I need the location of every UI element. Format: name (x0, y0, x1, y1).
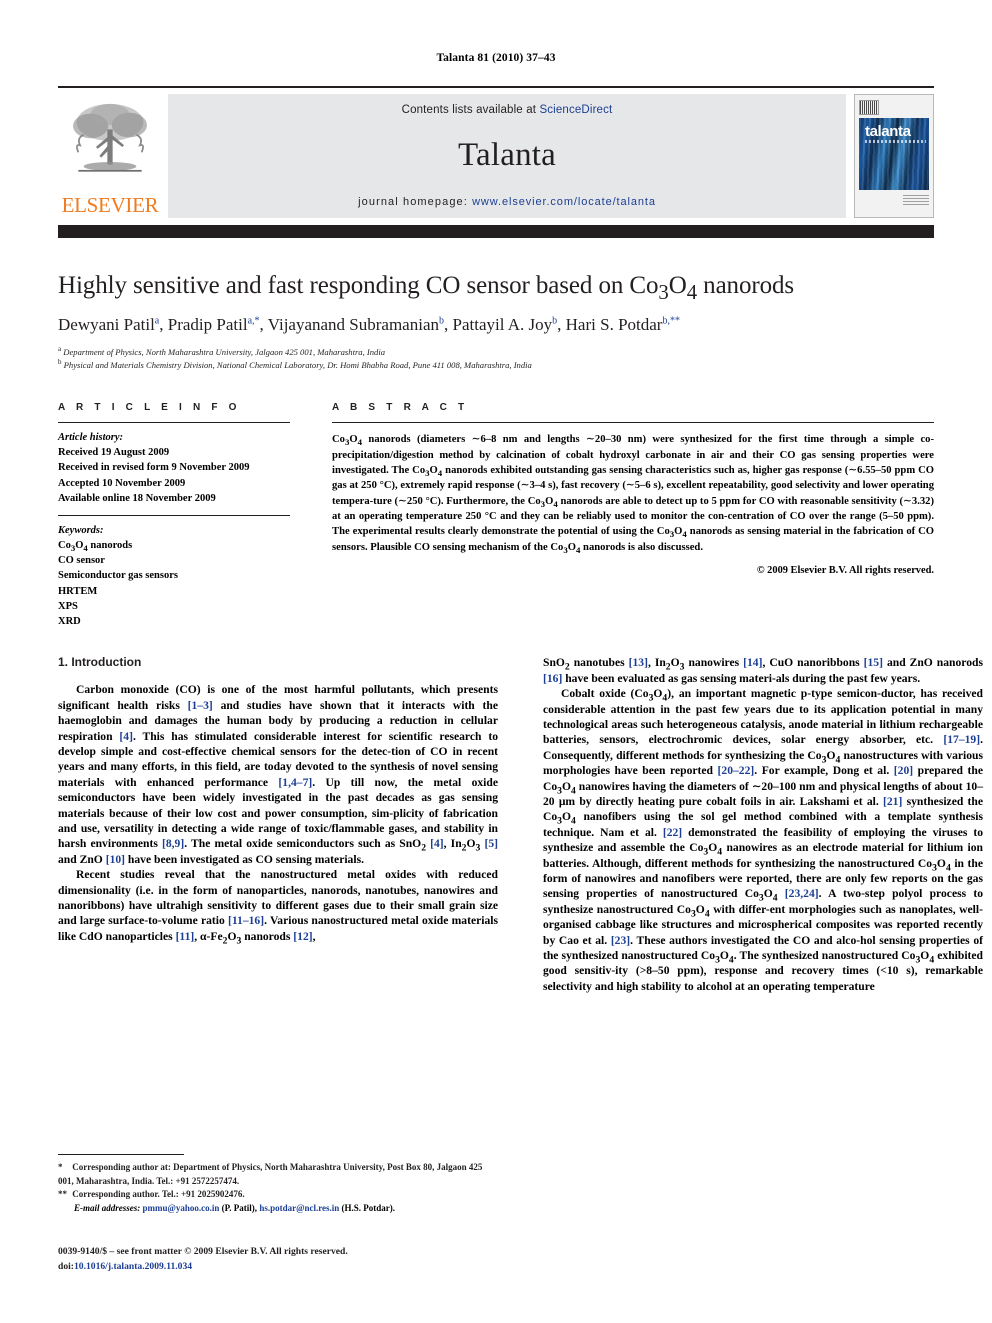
body-column-left: 1. Introduction Carbon monoxide (CO) is … (58, 655, 498, 947)
paragraph: Carbon monoxide (CO) is one of the most … (58, 683, 498, 866)
info-abstract-region: A R T I C L E I N F O Article history: R… (58, 402, 934, 629)
journal-homepage-line: journal homepage: www.elsevier.com/locat… (358, 196, 656, 208)
masthead-divider (58, 225, 934, 238)
body-columns: 1. Introduction Carbon monoxide (CO) is … (58, 655, 983, 994)
history-item: Received 19 August 2009 (58, 447, 170, 459)
journal-masthead: ELSEVIER Contents lists available at Sci… (58, 86, 934, 218)
homepage-prefix: journal homepage: (358, 196, 473, 208)
doi-value[interactable]: 10.1016/j.talanta.2009.11.034 (74, 1261, 192, 1272)
paragraph: Cobalt oxide (Co3O4), an important magne… (543, 687, 984, 993)
title-block: Highly sensitive and fast responding CO … (58, 272, 934, 372)
abstract-column: A B S T R A C T Co3O4 nanorods (diameter… (332, 402, 934, 576)
article-info-column: A R T I C L E I N F O Article history: R… (58, 402, 290, 629)
footnote-rule (58, 1154, 184, 1155)
history-item: Available online 18 November 2009 (58, 492, 216, 504)
journal-band: Contents lists available at ScienceDirec… (168, 94, 846, 218)
cover-title: talanta (865, 123, 911, 140)
imprint-block: 0039-9140/$ – see front matter © 2009 El… (58, 1245, 518, 1275)
keyword-item: HRTEM (58, 585, 98, 597)
article-history-list: Received 19 August 2009 Received in revi… (58, 445, 290, 506)
section-title-introduction: 1. Introduction (58, 655, 142, 670)
affiliations: a Department of Physics, North Maharasht… (58, 346, 934, 372)
journal-article-page: Talanta 81 (2010) 37–43 ELSEVIER Content… (0, 0, 992, 1323)
front-matter-line: 0039-9140/$ – see front matter © 2009 El… (58, 1246, 348, 1258)
author-list: Dewyani Patila, Pradip Patila,*, Vijayan… (58, 315, 680, 334)
keyword-item: Semiconductor gas sensors (58, 570, 178, 582)
abstract-heading: A B S T R A C T (332, 402, 469, 414)
corresponding-author-note-2: ** Corresponding author. Tel.: +91 20259… (58, 1189, 245, 1199)
elsevier-wordmark: ELSEVIER (61, 193, 159, 217)
paragraph: SnO2 nanotubes [13], In2O3 nanowires [14… (543, 656, 983, 685)
footnotes: * Corresponding author at: Department of… (58, 1154, 498, 1215)
contents-prefix: Contents lists available at (401, 104, 540, 116)
keyword-item: XRD (58, 616, 81, 628)
email-addresses-note: E-mail addresses: pmmu@yahoo.co.in (P. P… (74, 1202, 396, 1213)
paragraph: Recent studies reveal that the nanostruc… (58, 868, 498, 947)
doi-line: doi:10.1016/j.talanta.2009.11.034 (58, 1260, 518, 1275)
page-title: Highly sensitive and fast responding CO … (58, 272, 795, 304)
keyword-item: CO sensor (58, 555, 105, 567)
article-history-label: Article history: (58, 432, 124, 444)
article-info-rule (58, 422, 290, 424)
article-info-heading: A R T I C L E I N F O (58, 402, 241, 414)
cover-barcode-icon (859, 100, 879, 115)
keywords-rule (58, 515, 290, 517)
affiliation-a: a Department of Physics, North Maharasht… (58, 345, 386, 358)
cover-publisher-mark-icon (903, 195, 929, 205)
body-column-right: SnO2 nanotubes [13], In2O3 nanowires [14… (543, 655, 983, 994)
keyword-item: Co3O4 nanorods (58, 540, 133, 554)
contents-available-line: Contents lists available at ScienceDirec… (402, 104, 613, 116)
affiliation-b: b Physical and Materials Chemistry Divis… (58, 358, 532, 371)
elsevier-logo: ELSEVIER (58, 94, 162, 218)
keyword-item: XPS (58, 600, 78, 612)
cover-subtitle-bar (865, 140, 926, 143)
doi-label: doi: (58, 1261, 74, 1273)
keywords-label: Keywords: (58, 525, 104, 537)
abstract-rule (332, 422, 934, 424)
running-head: Talanta 81 (2010) 37–43 (436, 52, 556, 64)
keywords-block: Keywords: Co3O4 nanorods CO sensor Semic… (58, 525, 290, 629)
journal-cover-thumbnail: talanta (854, 94, 934, 218)
cover-footer (859, 194, 929, 206)
homepage-url[interactable]: www.elsevier.com/locate/talanta (472, 196, 656, 208)
history-item: Received in revised form 9 November 2009 (58, 462, 250, 474)
corresponding-author-note-1: * Corresponding author at: Department of… (58, 1162, 483, 1186)
elsevier-tree-icon (73, 103, 147, 172)
sciencedirect-link[interactable]: ScienceDirect (539, 104, 612, 116)
abstract-copyright: © 2009 Elsevier B.V. All rights reserved… (756, 565, 934, 577)
abstract-text: Co3O4 nanorods (diameters ∼6–8 nm and le… (332, 434, 934, 555)
history-item: Accepted 10 November 2009 (58, 477, 186, 489)
cover-artwork: talanta (859, 118, 929, 190)
journal-title: Talanta (457, 136, 557, 173)
